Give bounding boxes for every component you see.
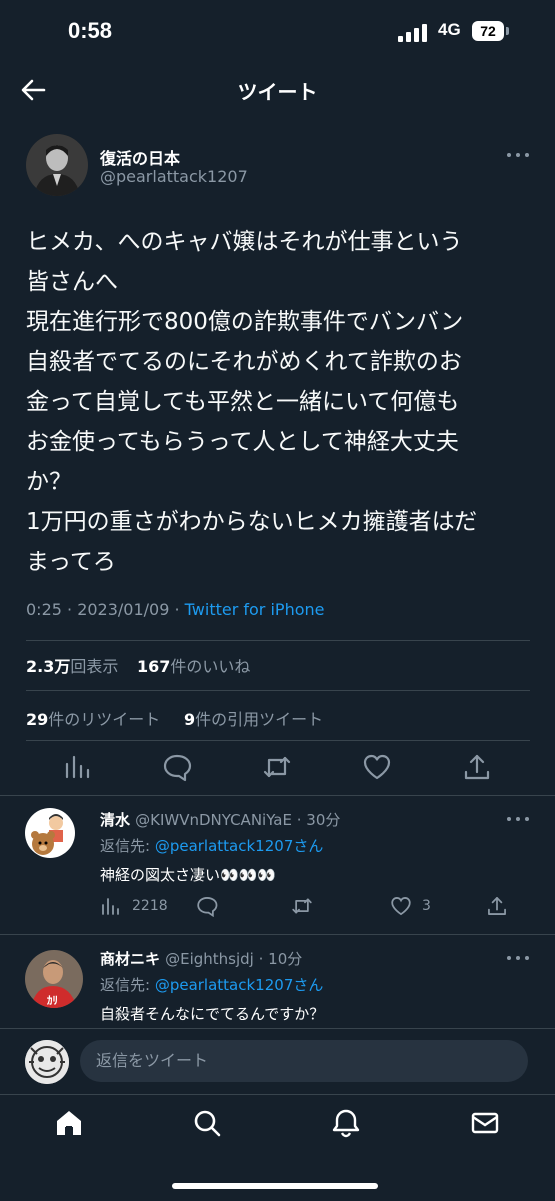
reply-to-link[interactable]: @pearlattack1207さん bbox=[155, 837, 324, 855]
battery-icon: 72 bbox=[472, 21, 504, 41]
reply-likes-count: 3 bbox=[422, 898, 431, 914]
reply-to: 返信先: @pearlattack1207さん bbox=[100, 974, 323, 995]
reply-text: 自殺者そんなにでてるんですか？ bbox=[100, 1005, 325, 1023]
reply-author-handle[interactable]: @KIWVnDNYCANiYaE · 30分 bbox=[135, 811, 340, 829]
retweets-stat[interactable]: 29件のリツイート bbox=[26, 706, 160, 730]
tweet-meta: 0:25 · 2023/01/09 · Twitter for iPhone bbox=[26, 600, 324, 619]
retweet-icon[interactable] bbox=[291, 895, 313, 917]
divider bbox=[0, 1028, 555, 1029]
divider bbox=[0, 795, 555, 796]
share-icon[interactable] bbox=[462, 752, 492, 782]
share-icon[interactable] bbox=[486, 895, 508, 917]
quotes-count: 9 bbox=[184, 710, 196, 729]
tweet-line: 現在進行形で800億の詐欺事件でバンバン bbox=[26, 309, 464, 335]
signal-icon bbox=[398, 24, 428, 42]
quotes-label: 件の引用ツイート bbox=[195, 710, 324, 729]
reply-to-prefix: 返信先: bbox=[100, 837, 155, 855]
reply-author-handle[interactable]: @Eighthsjdj · 10分 bbox=[165, 950, 302, 968]
likes-count: 167 bbox=[137, 657, 171, 676]
reply-views-count: 2218 bbox=[132, 898, 168, 914]
reply-author-name[interactable]: 清水 bbox=[100, 811, 130, 829]
author-avatar[interactable] bbox=[26, 134, 88, 196]
views-label: 回表示 bbox=[70, 657, 119, 676]
divider bbox=[26, 740, 530, 741]
heart-icon[interactable] bbox=[390, 895, 412, 917]
more-options-icon[interactable] bbox=[505, 953, 531, 963]
reply-header: 商材ニキ @Eighthsjdj · 10分 bbox=[100, 948, 302, 969]
tweet-line: 皆さんへ bbox=[26, 269, 118, 295]
comment-icon[interactable] bbox=[162, 752, 192, 782]
author-handle[interactable]: @pearlattack1207 bbox=[100, 167, 248, 186]
reply-to: 返信先: @pearlattack1207さん bbox=[100, 835, 323, 856]
likes-stat[interactable]: 167件のいいね bbox=[137, 653, 250, 677]
reply-author-name[interactable]: 商材ニキ bbox=[100, 950, 160, 968]
more-options-icon[interactable] bbox=[505, 814, 531, 824]
home-icon[interactable] bbox=[53, 1107, 85, 1139]
more-options-icon[interactable] bbox=[505, 150, 531, 160]
reply-header: 清水 @KIWVnDNYCANiYaE · 30分 bbox=[100, 809, 340, 830]
reply-to-link[interactable]: @pearlattack1207さん bbox=[155, 976, 324, 994]
home-indicator bbox=[172, 1183, 378, 1189]
tweet-text: ヒメカ、へのキャバ嬢はそれが仕事という 皆さんへ 現在進行形で800億の詐欺事件… bbox=[26, 222, 536, 582]
envelope-icon[interactable] bbox=[469, 1107, 501, 1139]
reply-text: 神経の図太さ凄い👀👀👀 bbox=[100, 866, 277, 884]
tweet-line: 金って自覚しても平然と一緒にいて何億も bbox=[26, 389, 460, 415]
views-stat: 2.3万回表示 bbox=[26, 653, 118, 677]
tweet-timestamp: 0:25 · 2023/01/09 · bbox=[26, 600, 185, 619]
reply-avatar[interactable] bbox=[25, 808, 75, 858]
tweet-line: ヒメカ、へのキャバ嬢はそれが仕事という bbox=[26, 229, 463, 255]
reply-compose-input[interactable]: 返信をツイート bbox=[80, 1040, 528, 1082]
retweets-label: 件のリツイート bbox=[48, 710, 161, 729]
heart-icon[interactable] bbox=[362, 752, 392, 782]
comment-icon[interactable] bbox=[196, 895, 218, 918]
my-avatar[interactable] bbox=[25, 1040, 69, 1084]
tweet-line: お金使ってもらうって人として神経大丈夫 bbox=[26, 429, 459, 455]
search-icon[interactable] bbox=[191, 1107, 223, 1139]
divider bbox=[0, 934, 555, 935]
bell-icon[interactable] bbox=[330, 1107, 362, 1139]
network-type: 4G bbox=[438, 20, 461, 39]
views-count: 2.3万 bbox=[26, 657, 71, 676]
tweet-line: まってろ bbox=[26, 549, 116, 575]
bar-chart-icon[interactable] bbox=[100, 896, 122, 916]
retweet-icon[interactable] bbox=[262, 752, 292, 782]
divider bbox=[26, 640, 530, 641]
author-name[interactable]: 復活の日本 bbox=[100, 145, 180, 169]
divider bbox=[26, 690, 530, 691]
tweet-line: 1万円の重さがわからないヒメカ擁護者はだ bbox=[26, 509, 478, 535]
page-title: ツイート bbox=[237, 80, 318, 104]
reply-to-prefix: 返信先: bbox=[100, 976, 155, 994]
tweet-line: か？ bbox=[26, 469, 72, 495]
status-time: 0:58 bbox=[68, 18, 113, 43]
retweets-count: 29 bbox=[26, 710, 49, 729]
svg-text:ｶﾘ: ｶﾘ bbox=[47, 994, 58, 1007]
battery-cap bbox=[506, 27, 509, 35]
quotes-stat[interactable]: 9件の引用ツイート bbox=[184, 706, 323, 730]
reply-avatar[interactable]: ｶﾘ bbox=[25, 950, 83, 1008]
bar-chart-icon[interactable] bbox=[62, 752, 92, 782]
likes-label: 件のいいね bbox=[170, 657, 251, 676]
tweet-line: 自殺者でてるのにそれがめくれて詐欺のお bbox=[26, 349, 462, 375]
tweet-source-link[interactable]: Twitter for iPhone bbox=[185, 600, 325, 619]
